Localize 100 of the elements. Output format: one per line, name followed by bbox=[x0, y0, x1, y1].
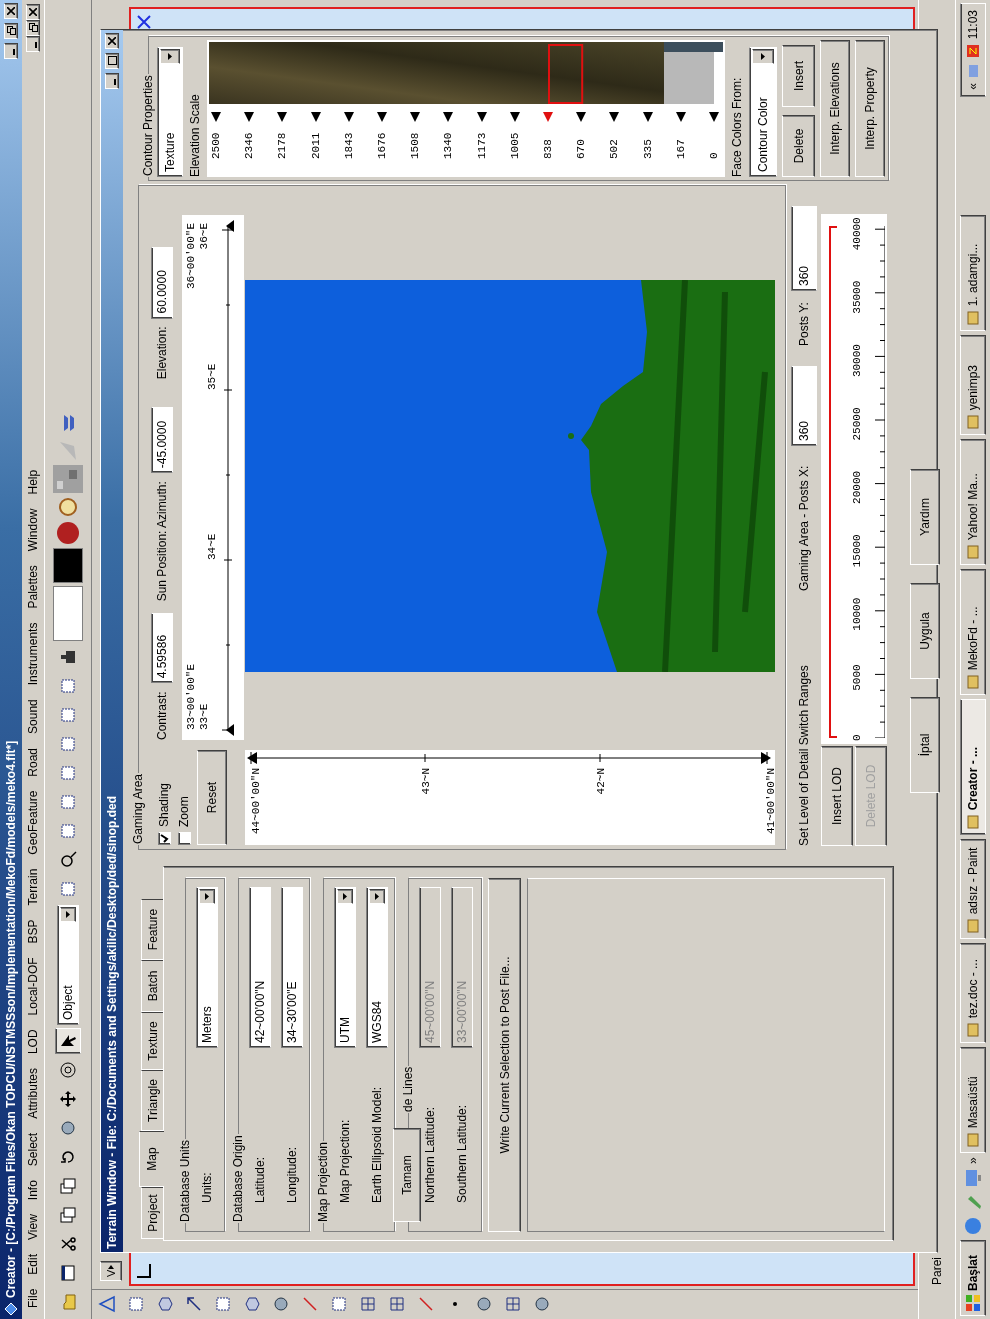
axis-label: 43~N bbox=[420, 768, 433, 795]
maximize-button[interactable] bbox=[105, 53, 119, 69]
menu-item[interactable]: Help bbox=[24, 462, 42, 502]
menu-item[interactable]: Instruments bbox=[24, 615, 42, 693]
taskbar-item[interactable]: 1. adamgi... bbox=[960, 215, 986, 332]
minimize-button[interactable] bbox=[26, 36, 40, 52]
square-icon bbox=[127, 1295, 145, 1314]
face-colors-select[interactable]: Contour Color bbox=[749, 47, 777, 177]
minimize-button[interactable] bbox=[4, 43, 18, 59]
posts-x-field[interactable]: 360 bbox=[791, 366, 817, 446]
section-title: Elevation Scale bbox=[188, 93, 202, 177]
write-post-file-button[interactable]: Write Current Selection to Post File... bbox=[488, 878, 521, 1232]
close-button[interactable] bbox=[105, 33, 119, 49]
menu-item[interactable]: BSP bbox=[24, 912, 42, 951]
menu-item[interactable]: Window bbox=[24, 501, 42, 559]
tab[interactable]: Triangle bbox=[141, 1070, 163, 1131]
taskbar-item[interactable]: yenimp3 bbox=[960, 335, 986, 436]
menu-item[interactable]: Sound bbox=[24, 692, 42, 741]
security-icon[interactable] bbox=[965, 43, 981, 60]
menu-item[interactable]: Info bbox=[24, 1173, 42, 1208]
lod-button[interactable]: Insert LOD bbox=[821, 746, 853, 846]
projection-select[interactable]: UTM bbox=[334, 887, 356, 1048]
close-button[interactable] bbox=[26, 4, 40, 20]
posts-y-field[interactable]: 360 bbox=[791, 206, 817, 291]
longitude-field[interactable]: 34~30'00"E bbox=[281, 887, 303, 1048]
marker-icon[interactable] bbox=[343, 112, 354, 122]
dialog-button[interactable]: Uygula bbox=[910, 583, 940, 679]
menu-item[interactable]: Palettes bbox=[24, 558, 42, 616]
menu-item[interactable]: View bbox=[24, 1207, 42, 1247]
taskbar-item[interactable]: Masaüstü bbox=[960, 1047, 986, 1154]
menu-item[interactable]: Select bbox=[24, 1125, 42, 1174]
menu-item[interactable]: LOD bbox=[24, 1022, 42, 1062]
taskbar-item[interactable]: MekoFd - ... bbox=[960, 569, 986, 696]
sphere-icon[interactable] bbox=[56, 521, 80, 545]
taskbar-item[interactable]: Yahoo! Ma... bbox=[960, 439, 986, 566]
tool-button[interactable] bbox=[55, 1028, 81, 1054]
object-select[interactable]: Object bbox=[57, 905, 79, 1025]
ellipsoid-select[interactable]: WGS84 bbox=[366, 887, 388, 1048]
start-button[interactable]: Başlat bbox=[960, 1240, 986, 1316]
checkbox[interactable]: Shading bbox=[157, 750, 171, 845]
tab[interactable]: Project bbox=[141, 1187, 163, 1239]
color-swatch[interactable] bbox=[53, 586, 83, 641]
latitude-field[interactable]: 42~00'00"N bbox=[249, 887, 271, 1048]
interp-button[interactable]: Interp. Elevations bbox=[820, 40, 850, 177]
tick-label: 30000 bbox=[851, 344, 864, 378]
color-swatch[interactable] bbox=[53, 548, 83, 583]
contrast-field[interactable]: 4.59586 bbox=[151, 613, 173, 684]
contour-source-select[interactable]: Texture bbox=[157, 47, 183, 177]
marker-icon[interactable] bbox=[543, 112, 553, 122]
interp-button[interactable]: Interp. Property bbox=[855, 40, 885, 177]
marker-icon[interactable] bbox=[476, 112, 487, 122]
checkbox[interactable]: Zoom bbox=[177, 750, 191, 845]
menu-item[interactable]: Terrain bbox=[24, 861, 42, 913]
marker-icon[interactable] bbox=[709, 112, 719, 122]
minimize-button[interactable] bbox=[105, 73, 119, 89]
tab[interactable]: Map bbox=[139, 1131, 164, 1187]
menu-item[interactable]: Local-DOF bbox=[24, 950, 42, 1023]
marker-icon[interactable] bbox=[675, 112, 686, 122]
restore-button[interactable] bbox=[4, 23, 18, 39]
taskbar-item[interactable]: adsız - Paint bbox=[960, 839, 986, 940]
marker-icon[interactable] bbox=[509, 112, 520, 122]
overflow-chevron[interactable]: » bbox=[966, 1157, 980, 1164]
close-button[interactable] bbox=[4, 3, 18, 19]
tab[interactable]: Texture bbox=[141, 1012, 163, 1070]
mdi-menu-button[interactable]: V bbox=[100, 1260, 122, 1281]
overflow-chevron[interactable]: « bbox=[966, 83, 980, 90]
dial-icon[interactable] bbox=[57, 496, 79, 518]
ok-button[interactable]: Tamam bbox=[393, 1128, 421, 1222]
scale-label: 2500 bbox=[210, 132, 222, 159]
taskbar-item[interactable]: tez.doc - ... bbox=[960, 943, 986, 1044]
menu-item[interactable]: Attributes bbox=[24, 1061, 42, 1126]
menu-item[interactable]: File bbox=[24, 1281, 42, 1315]
marker-icon[interactable] bbox=[609, 112, 620, 122]
dialog-button[interactable]: İptal bbox=[910, 697, 940, 793]
app-icon bbox=[965, 1132, 981, 1149]
menu-item[interactable]: GeoFeature bbox=[24, 783, 42, 862]
tab[interactable]: Feature bbox=[141, 899, 163, 960]
taskbar-item[interactable]: Creator - ... bbox=[960, 699, 986, 836]
marker-icon[interactable] bbox=[377, 112, 387, 122]
units-select[interactable]: Meters bbox=[196, 887, 218, 1048]
marker-icon[interactable] bbox=[310, 112, 321, 122]
insert-button[interactable]: Insert bbox=[782, 45, 815, 107]
marker-icon[interactable] bbox=[443, 112, 454, 122]
marker-icon[interactable] bbox=[642, 112, 653, 122]
elevation-field[interactable]: 60.0000 bbox=[151, 246, 173, 319]
marker-icon[interactable] bbox=[277, 112, 288, 122]
browser-icon[interactable] bbox=[963, 1216, 983, 1236]
delete-button[interactable]: Delete bbox=[782, 115, 815, 177]
restore-button[interactable] bbox=[26, 20, 40, 36]
texture-icon[interactable] bbox=[53, 465, 83, 493]
marker-icon[interactable] bbox=[211, 112, 221, 122]
marker-icon[interactable] bbox=[410, 112, 421, 122]
marker-icon[interactable] bbox=[244, 112, 255, 122]
marker-icon[interactable] bbox=[576, 112, 587, 122]
menu-item[interactable]: Road bbox=[24, 740, 42, 784]
tab[interactable]: Batch bbox=[141, 960, 163, 1012]
dialog-button[interactable]: Yardım bbox=[910, 469, 940, 565]
azimuth-field[interactable]: -45.0000 bbox=[151, 407, 173, 474]
reset-button[interactable]: Reset bbox=[197, 750, 227, 845]
menu-item[interactable]: Edit bbox=[24, 1246, 42, 1282]
